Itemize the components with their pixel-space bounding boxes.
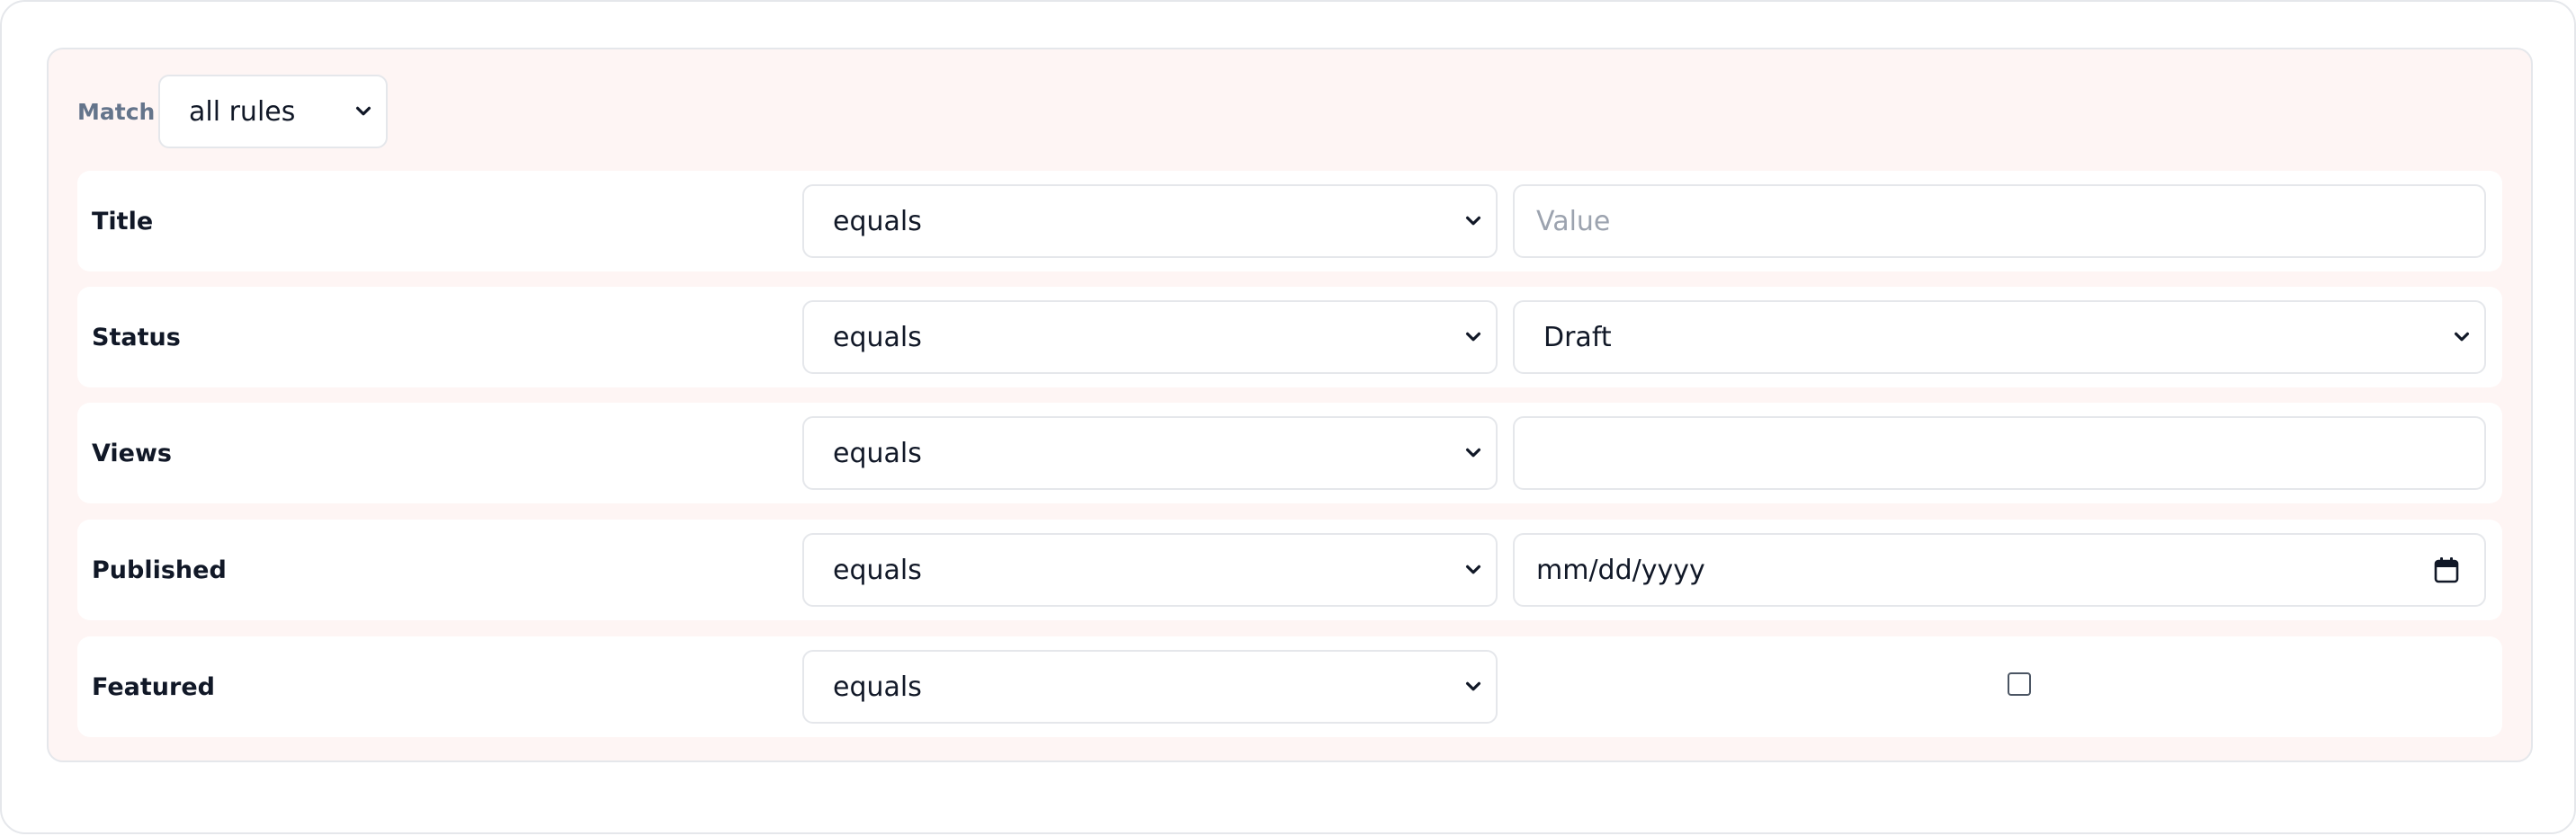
operator-select[interactable]: equals bbox=[802, 650, 1498, 724]
operator-value: equals bbox=[833, 554, 922, 586]
rule-row-published: Published equals mm/dd/yyyy bbox=[77, 520, 2502, 620]
rule-row-views: Views equals bbox=[77, 403, 2502, 503]
chevron-down-icon bbox=[2454, 332, 2470, 342]
operator-value: equals bbox=[833, 671, 922, 703]
status-value-select[interactable]: Draft bbox=[1513, 300, 2486, 374]
rule-field-label: Views bbox=[92, 439, 173, 467]
value-text-input[interactable]: Value bbox=[1513, 184, 2486, 258]
match-mode-select[interactable]: all rules bbox=[158, 75, 388, 148]
match-mode-value: all rules bbox=[189, 95, 296, 128]
operator-select[interactable]: equals bbox=[802, 184, 1498, 258]
rule-field-label: Status bbox=[92, 323, 181, 351]
published-date-input[interactable]: mm/dd/yyyy bbox=[1513, 533, 2486, 607]
match-label: Match bbox=[77, 98, 156, 125]
chevron-down-icon bbox=[355, 106, 371, 116]
match-row: Match all rules bbox=[77, 75, 388, 148]
chevron-down-icon bbox=[1465, 216, 1481, 226]
operator-value: equals bbox=[833, 205, 922, 237]
chevron-down-icon bbox=[1465, 565, 1481, 574]
chevron-down-icon bbox=[1465, 448, 1481, 458]
value-placeholder: Value bbox=[1536, 205, 1611, 237]
operator-select[interactable]: equals bbox=[802, 300, 1498, 374]
chevron-down-icon bbox=[1465, 332, 1481, 342]
rule-row-status: Status equals Draft bbox=[77, 287, 2502, 387]
operator-select[interactable]: equals bbox=[802, 416, 1498, 490]
rule-group: Match all rules Title equals Value Statu… bbox=[47, 48, 2533, 762]
status-value: Draft bbox=[1543, 321, 1612, 353]
filter-card: Match all rules Title equals Value Statu… bbox=[0, 0, 2576, 834]
operator-value: equals bbox=[833, 437, 922, 469]
rule-field-label: Published bbox=[92, 556, 227, 584]
views-number-input[interactable] bbox=[1513, 416, 2486, 490]
operator-select[interactable]: equals bbox=[802, 533, 1498, 607]
featured-checkbox[interactable] bbox=[2008, 672, 2031, 696]
date-value: mm/dd/yyyy bbox=[1536, 554, 1705, 586]
calendar-icon[interactable] bbox=[2434, 556, 2459, 583]
chevron-down-icon bbox=[1465, 681, 1481, 691]
rule-row-featured: Featured equals bbox=[77, 636, 2502, 737]
operator-value: equals bbox=[833, 321, 922, 353]
rule-row-title: Title equals Value bbox=[77, 171, 2502, 271]
rule-field-label: Featured bbox=[92, 672, 215, 701]
rule-field-label: Title bbox=[92, 207, 154, 236]
